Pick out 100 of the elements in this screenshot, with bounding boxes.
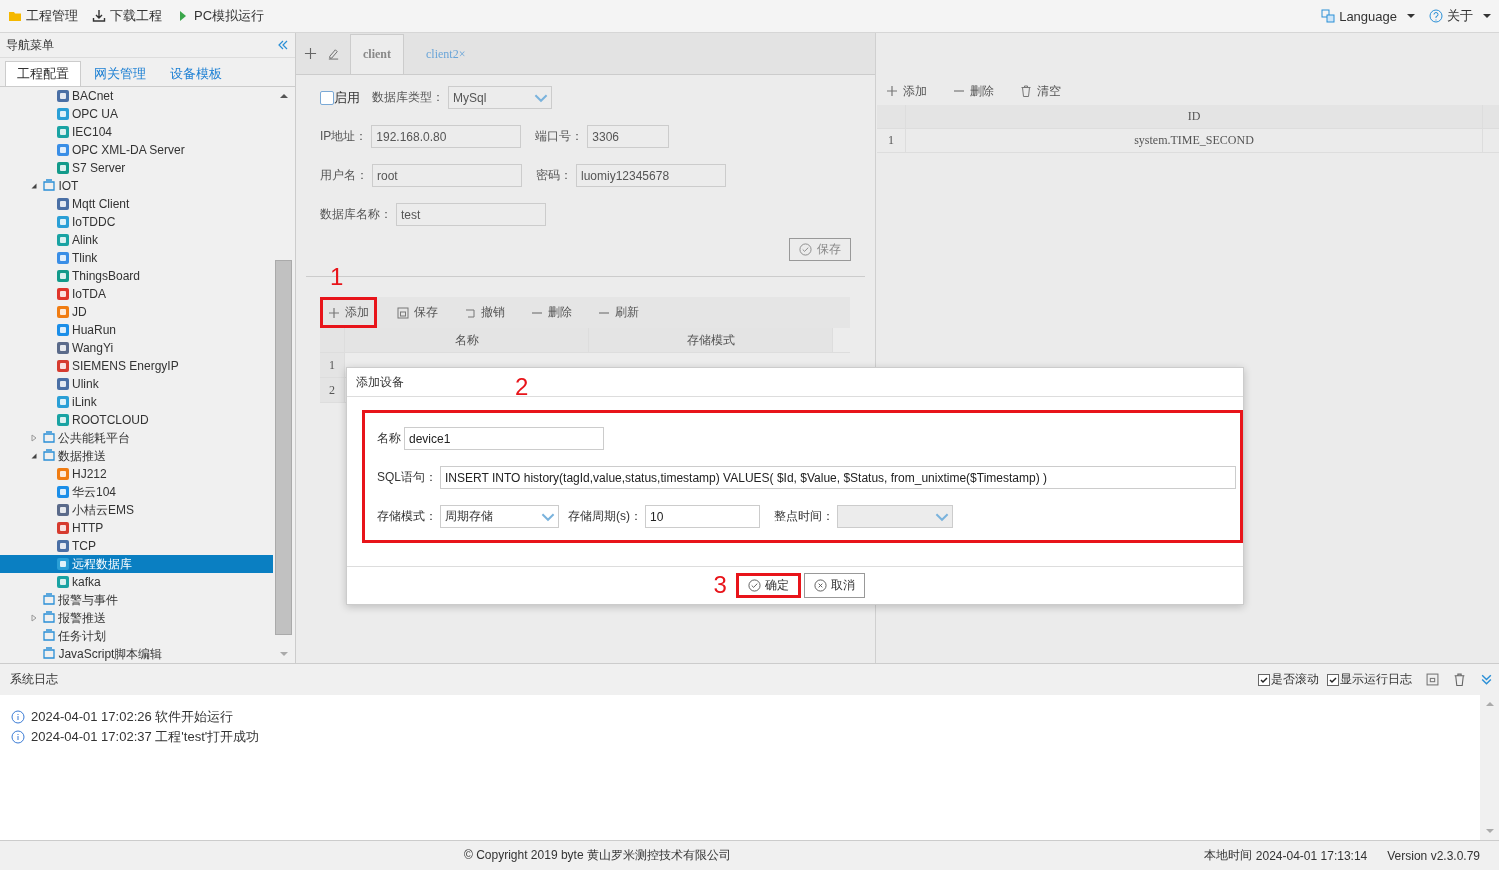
collapse-icon[interactable] (277, 39, 289, 51)
toolbar-button[interactable]: 清空 (1012, 75, 1067, 107)
toolbar-button[interactable]: 删除 (523, 297, 578, 328)
tree-item[interactable]: 任务计划 (0, 627, 273, 645)
toolbar-button[interactable]: 撤销 (456, 297, 511, 328)
plus-icon (886, 85, 898, 97)
tree-item[interactable]: HuaRun (0, 321, 273, 339)
tree-item[interactable]: IOT (0, 177, 273, 195)
tree-item[interactable]: TCP (0, 537, 273, 555)
tree-item[interactable]: 华云104 (0, 483, 273, 501)
database-type-dropdown[interactable]: MySql (448, 86, 552, 109)
log-entry: 2024-04-01 17:02:37 工程'test'打开成功 (31, 728, 260, 746)
expanded-arrow-icon[interactable] (30, 182, 39, 190)
scrollbar-thumb[interactable] (275, 260, 292, 635)
toolbar-button[interactable]: 刷新 (590, 297, 645, 328)
about-button[interactable]: 关于 (1429, 7, 1491, 25)
storage-mode-dropdown[interactable]: 周期存储 (440, 505, 559, 528)
tree-item[interactable]: 数据推送 (0, 447, 273, 465)
protocol-icon (56, 323, 70, 337)
checkbox-label: 显示运行日志 (1340, 671, 1412, 688)
tree-item[interactable]: HJ212 (0, 465, 273, 483)
tree-item[interactable]: ROOTCLOUD (0, 411, 273, 429)
check-circle-icon (799, 243, 812, 256)
input-field[interactable]: 192.168.0.80 (371, 125, 522, 148)
input-field[interactable]: INSERT INTO history(tagId,value,status,timestamp) VALUES( $Id, $Value, $Status, from_unixtime($Timestamp) ) (440, 466, 1236, 489)
input-field[interactable]: device1 (404, 427, 604, 450)
tree-item[interactable]: 公共能耗平台 (0, 429, 273, 447)
tree-item[interactable]: 报警推送 (0, 609, 273, 627)
tree-item[interactable]: kafka (0, 573, 273, 591)
field-label: 数据库类型： (372, 89, 444, 106)
add-icon[interactable] (304, 47, 317, 60)
checkbox[interactable] (320, 90, 334, 105)
toolbar-button[interactable]: 工程管理 (8, 7, 78, 25)
plus-icon (328, 306, 340, 319)
tree-item[interactable]: 报警与事件 (0, 591, 273, 609)
tree-item[interactable]: 小桔云EMS (0, 501, 273, 519)
tree-item[interactable]: OPC XML-DA Server (0, 141, 273, 159)
sidebar-tab[interactable]: 工程配置 (5, 61, 81, 86)
expanded-arrow-icon[interactable] (30, 452, 39, 460)
tree-item[interactable]: Ulink (0, 375, 273, 393)
tree-item[interactable]: BACnet (0, 87, 273, 105)
input-field[interactable]: 3306 (587, 125, 670, 148)
collapsed-arrow-icon[interactable] (30, 614, 39, 622)
save-icon[interactable] (1426, 673, 1439, 686)
toolbar-button[interactable]: PC模拟运行 (176, 7, 265, 25)
toolbar-button[interactable]: 保存 (389, 297, 444, 328)
scroll-down-icon[interactable] (1485, 827, 1494, 835)
tree-item[interactable]: Alink (0, 231, 273, 249)
field-label: 数据库名称： (320, 206, 392, 223)
sidebar-tab[interactable]: 网关管理 (83, 61, 157, 86)
collapse-down-icon[interactable] (1480, 673, 1493, 686)
language-dropdown[interactable]: Language (1321, 8, 1415, 24)
tree-item[interactable]: iLink (0, 393, 273, 411)
column-header: 名称 (345, 328, 589, 352)
checkbox[interactable] (1327, 673, 1339, 686)
tree-item[interactable]: Tlink (0, 249, 273, 267)
tree-item[interactable]: Mqtt Client (0, 195, 273, 213)
input-field[interactable]: 10 (645, 505, 760, 528)
input-field[interactable]: luomiy12345678 (576, 164, 726, 187)
scrollbar[interactable] (1480, 695, 1499, 840)
input-field[interactable]: root (372, 164, 522, 187)
cancel-circle-icon (813, 579, 827, 592)
row-number: 2 (320, 378, 345, 402)
tree-item[interactable]: JavaScript脚本编辑 (0, 645, 273, 663)
scroll-down-icon[interactable] (279, 650, 288, 658)
protocol-icon (56, 215, 70, 229)
tree-item[interactable]: HTTP (0, 519, 273, 537)
protocol-icon (56, 233, 70, 247)
tree-item[interactable]: WangYi (0, 339, 273, 357)
cancel-button[interactable]: 取消 (803, 573, 865, 598)
pencil-icon[interactable] (327, 47, 340, 60)
toolbar-button[interactable]: 添加 (320, 297, 377, 328)
row-number: 1 (320, 353, 345, 377)
tree-item[interactable]: IoTDDC (0, 213, 273, 231)
download-icon (92, 9, 106, 23)
tree-item[interactable]: S7 Server (0, 159, 273, 177)
toolbar-button[interactable]: 添加 (878, 75, 933, 107)
tree-item[interactable]: JD (0, 303, 273, 321)
field-label: 端口号： (535, 128, 584, 145)
protocol-icon (56, 143, 70, 157)
toolbar-button[interactable]: 下载工程 (92, 7, 162, 25)
checkbox[interactable] (1258, 673, 1270, 686)
input-field[interactable]: test (396, 203, 546, 226)
collapsed-arrow-icon[interactable] (30, 434, 39, 442)
field-label: 存储模式： (377, 508, 437, 525)
field-label: SQL语句： (377, 469, 437, 486)
sidebar-tab[interactable]: 设备模板 (159, 61, 233, 86)
scroll-up-icon[interactable] (279, 92, 288, 100)
toolbar-button[interactable]: 删除 (945, 75, 1000, 107)
trash-icon[interactable] (1453, 673, 1466, 686)
help-icon (1429, 9, 1443, 23)
tree-item[interactable]: IoTDA (0, 285, 273, 303)
protocol-icon (56, 521, 70, 535)
protocol-icon (56, 89, 70, 103)
tree-item[interactable]: SIEMENS EnergyIP (0, 357, 273, 375)
tree-item[interactable]: IEC104 (0, 123, 273, 141)
tree-item[interactable]: ThingsBoard (0, 267, 273, 285)
tree-item[interactable]: OPC UA (0, 105, 273, 123)
confirm-button[interactable]: 确定 (735, 573, 801, 598)
tree-item[interactable]: 远程数据库 (0, 555, 273, 573)
